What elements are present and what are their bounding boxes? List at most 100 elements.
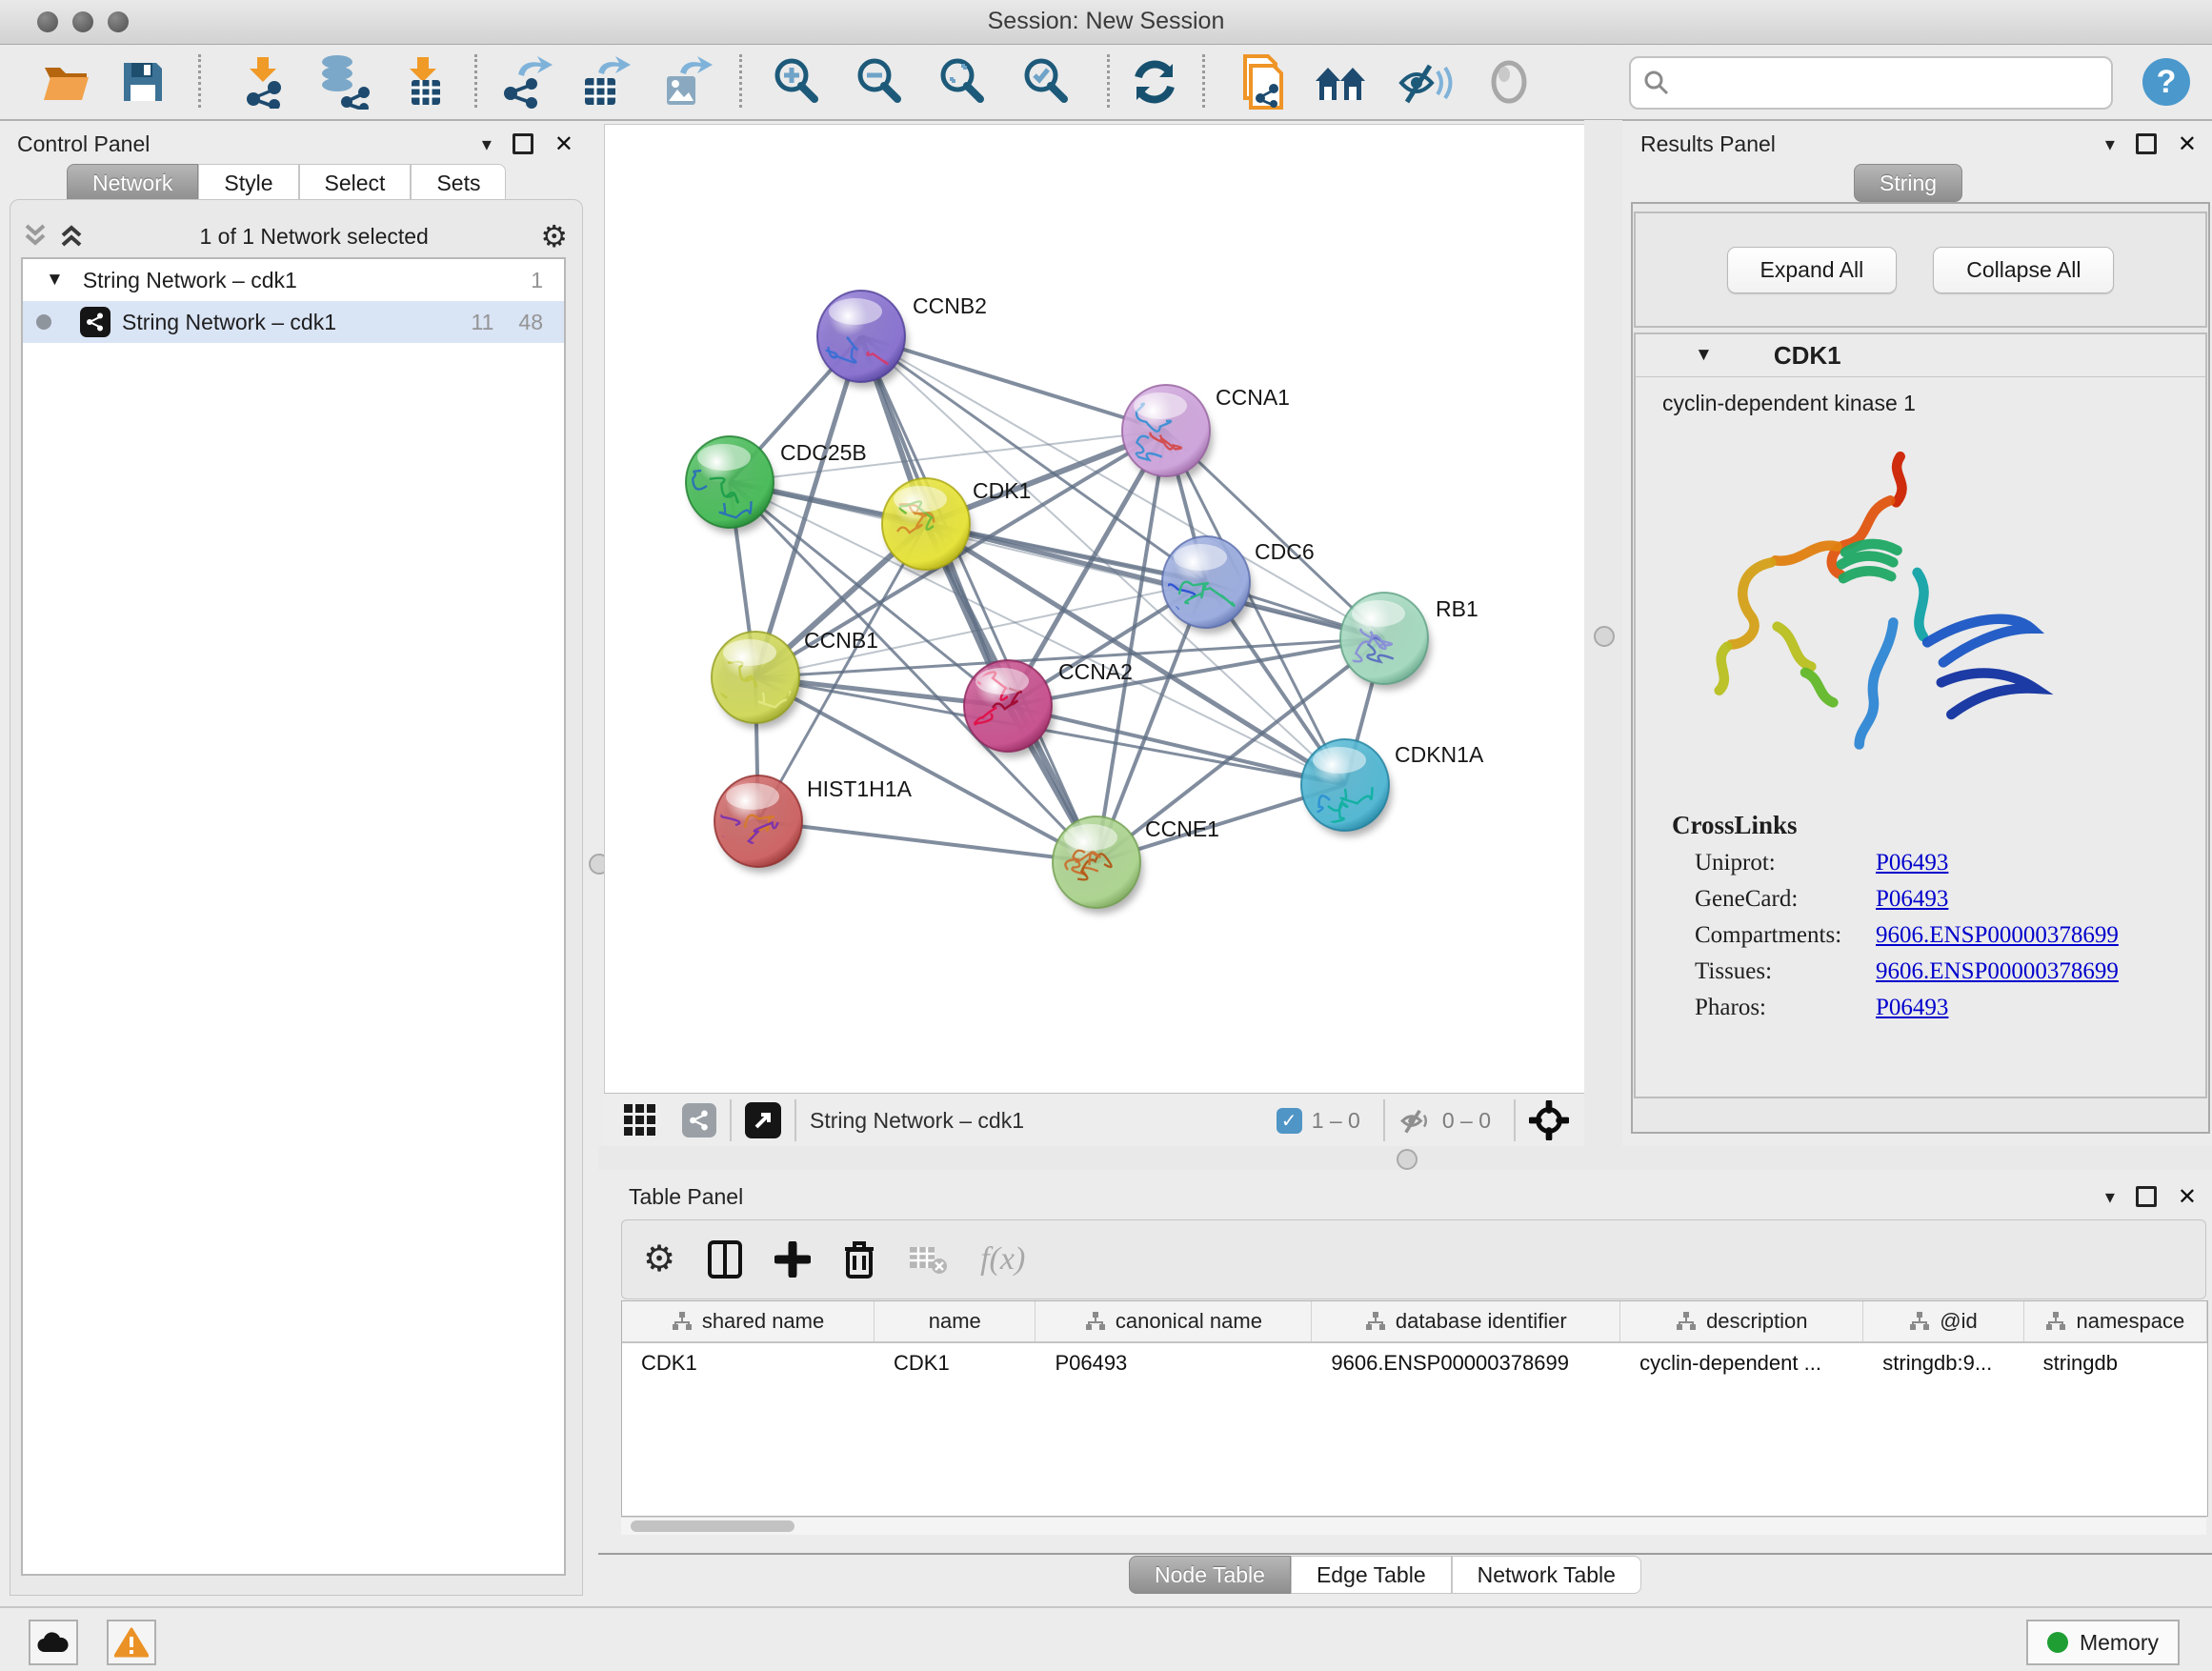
network-node-rb1[interactable]: RB1 <box>1340 593 1478 690</box>
zoom-out-button[interactable] <box>851 52 908 111</box>
warnings-button[interactable] <box>107 1620 156 1665</box>
open-in-window-icon[interactable] <box>745 1102 781 1138</box>
help-button[interactable]: ? <box>2138 52 2195 111</box>
tab-sets[interactable]: Sets <box>411 164 506 202</box>
network-edge[interactable] <box>1008 706 1345 785</box>
control-panel-close-icon[interactable]: ✕ <box>554 131 573 158</box>
network-row-selected[interactable]: String Network – cdk1 11 48 <box>23 301 564 343</box>
table-cell[interactable]: CDK1 <box>622 1343 875 1383</box>
home-button[interactable] <box>1313 52 1370 111</box>
results-panel-maximize-icon[interactable] <box>2136 133 2157 154</box>
table-cell[interactable]: stringdb:9... <box>1863 1343 2023 1383</box>
open-session-button[interactable] <box>38 52 95 111</box>
table-horizontal-scrollbar[interactable] <box>621 1517 2206 1535</box>
network-node-ccnb2[interactable]: CCNB2 <box>806 291 987 388</box>
memory-button[interactable]: Memory <box>2026 1620 2180 1665</box>
column-header-shared-name[interactable]: shared name <box>622 1301 875 1341</box>
collapse-all-button[interactable]: Collapse All <box>1933 247 2114 293</box>
add-column-icon[interactable] <box>774 1241 811 1278</box>
export-image-button[interactable] <box>657 52 714 111</box>
column-header-name[interactable]: name <box>875 1301 1036 1341</box>
control-panel-float-icon[interactable]: ▾ <box>482 132 492 156</box>
network-node-ccnb1[interactable]: CCNB1 <box>694 628 878 729</box>
selected-checkbox-icon[interactable]: ✓ <box>1277 1108 1302 1134</box>
network-edge-count: 48 <box>518 310 543 335</box>
network-node-hist1h1a[interactable]: HIST1H1A <box>709 775 912 873</box>
show-columns-icon[interactable] <box>708 1240 742 1278</box>
table-panel-float-icon[interactable]: ▾ <box>2105 1185 2115 1209</box>
export-table-button[interactable] <box>575 52 633 111</box>
table-panel-title: Table Panel <box>629 1184 743 1210</box>
delete-column-icon[interactable] <box>843 1240 875 1278</box>
tab-network-table[interactable]: Network Table <box>1452 1556 1641 1594</box>
network-edge[interactable] <box>758 821 1096 862</box>
import-network-file-button[interactable] <box>234 52 292 111</box>
results-panel-float-icon[interactable]: ▾ <box>2105 132 2115 156</box>
column-header-namespace[interactable]: namespace <box>2024 1301 2207 1341</box>
crosslink-link[interactable]: P06493 <box>1876 995 1948 1021</box>
open-folder-icon <box>41 58 92 106</box>
tab-edge-table[interactable]: Edge Table <box>1291 1556 1452 1594</box>
crosslink-link[interactable]: P06493 <box>1876 850 1948 876</box>
protein-structure-image <box>1685 433 2085 795</box>
collection-expander-icon[interactable]: ▼ <box>46 270 64 291</box>
control-panel-maximize-icon[interactable] <box>513 133 533 154</box>
crosslink-row: Tissues:9606.ENSP00000378699 <box>1695 958 2205 985</box>
crosslink-link[interactable]: 9606.ENSP00000378699 <box>1876 958 2119 985</box>
zoom-in-button[interactable] <box>768 52 825 111</box>
results-panel-close-icon[interactable]: ✕ <box>2178 131 2197 158</box>
network-node-cdkn1a[interactable]: CDKN1A <box>1297 739 1484 836</box>
crosslinks-title: CrossLinks <box>1672 811 2205 840</box>
network-share-icon[interactable] <box>682 1103 716 1137</box>
zoom-selected-button[interactable] <box>1017 52 1075 111</box>
string-network-graph[interactable]: CCNB2CCNA1CDC25BCDK1CDC6RB1CCNB1CCNA2HIS… <box>605 125 1585 1094</box>
table-cell[interactable]: stringdb <box>2024 1343 2207 1383</box>
network-edge[interactable] <box>926 524 1384 638</box>
copy-network-button[interactable] <box>1235 52 1292 111</box>
table-cell[interactable]: P06493 <box>1036 1343 1312 1383</box>
crosslink-link[interactable]: P06493 <box>1876 886 1948 913</box>
zoom-selected-icon <box>1020 56 1072 108</box>
column-header-canonical-name[interactable]: canonical name <box>1036 1301 1312 1341</box>
vertical-splitter[interactable] <box>1584 120 1622 1146</box>
gene-card-expander-icon[interactable]: ▼ <box>1695 345 1713 366</box>
expand-all-icon[interactable] <box>59 224 88 249</box>
tab-select[interactable]: Select <box>299 164 412 202</box>
birds-eye-grid-icon[interactable] <box>623 1103 657 1137</box>
network-collection-row[interactable]: ▼ String Network – cdk1 1 <box>23 259 564 301</box>
export-network-button[interactable] <box>497 52 554 111</box>
refresh-button[interactable] <box>1126 52 1183 111</box>
horizontal-splitter[interactable] <box>598 1146 2212 1170</box>
zoom-fit-button[interactable] <box>934 52 991 111</box>
show-hide-graphics-button[interactable] <box>1397 52 1454 111</box>
search-box[interactable] <box>1629 56 2113 110</box>
table-panel-maximize-icon[interactable] <box>2136 1186 2157 1207</box>
table-options-gear-icon[interactable]: ⚙ <box>643 1241 675 1278</box>
table-cell[interactable]: cyclin-dependent ... <box>1620 1343 1863 1383</box>
collapse-all-icon[interactable] <box>23 224 51 249</box>
cloud-status-button[interactable] <box>29 1620 78 1665</box>
network-options-gear-icon[interactable]: ⚙ <box>540 221 568 252</box>
crosslink-link[interactable]: 9606.ENSP00000378699 <box>1876 922 2119 949</box>
tab-style[interactable]: Style <box>198 164 298 202</box>
table-cell[interactable]: CDK1 <box>875 1343 1036 1383</box>
tab-node-table[interactable]: Node Table <box>1129 1556 1291 1594</box>
import-network-database-button[interactable] <box>314 52 372 111</box>
import-table-file-button[interactable] <box>396 52 453 111</box>
memory-label: Memory <box>2080 1630 2159 1656</box>
column-header-@id[interactable]: @id <box>1863 1301 2023 1341</box>
table-cell[interactable]: 9606.ENSP00000378699 <box>1312 1343 1620 1383</box>
table-panel-close-icon[interactable]: ✕ <box>2178 1183 2197 1211</box>
column-header-description[interactable]: description <box>1620 1301 1863 1341</box>
crosshair-icon[interactable] <box>1529 1100 1569 1140</box>
tab-string[interactable]: String <box>1854 164 1962 202</box>
tab-network[interactable]: Network <box>67 164 198 202</box>
network-canvas[interactable]: CCNB2CCNA1CDC25BCDK1CDC6RB1CCNB1CCNA2HIS… <box>604 124 1586 1095</box>
table-row[interactable]: CDK1CDK1P064939606.ENSP00000378699cyclin… <box>622 1343 2207 1383</box>
expand-all-button[interactable]: Expand All <box>1727 247 1898 293</box>
network-type-icon <box>80 307 111 337</box>
column-header-database-identifier[interactable]: database identifier <box>1312 1301 1620 1341</box>
search-input[interactable] <box>1679 70 2111 96</box>
hidden-counts: 0 – 0 <box>1442 1108 1491 1134</box>
save-session-button[interactable] <box>114 52 171 111</box>
